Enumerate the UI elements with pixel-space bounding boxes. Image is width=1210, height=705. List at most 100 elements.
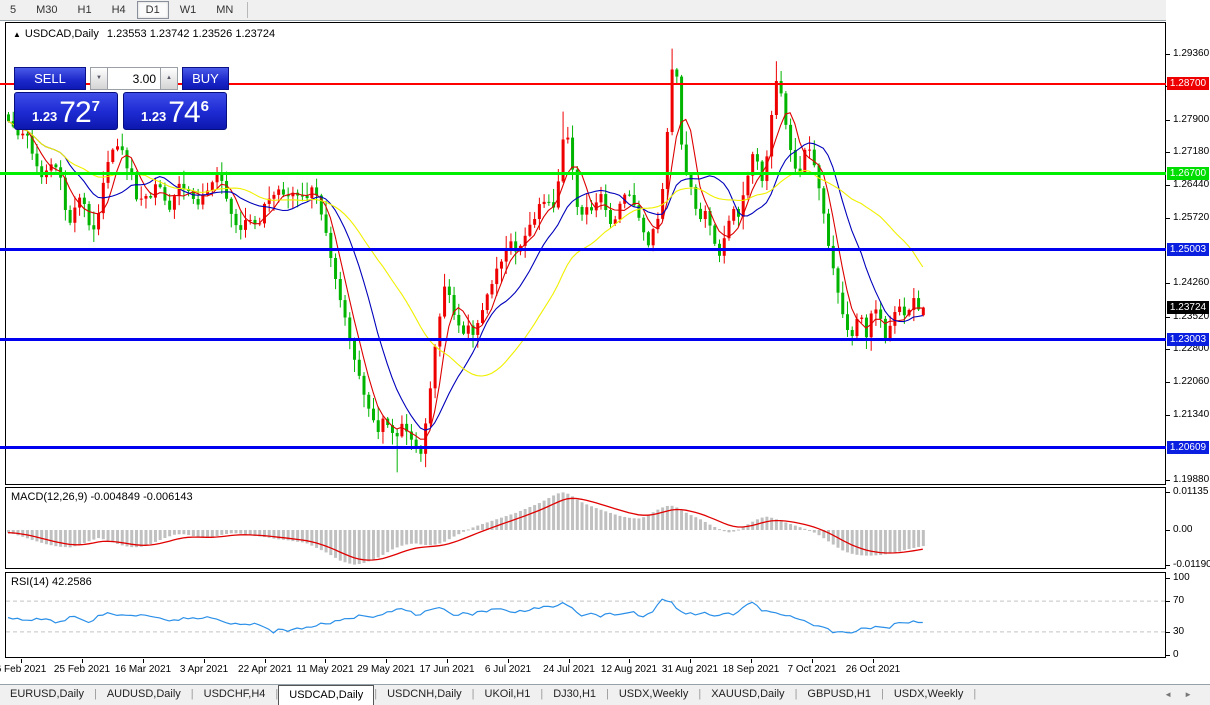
- macd-panel[interactable]: MACD(12,26,9) -0.004849 -0.006143: [5, 487, 1166, 569]
- tab-USDCAD-Daily[interactable]: USDCAD,Daily: [278, 685, 374, 705]
- horizontal-level-line-1.267[interactable]: [0, 172, 1166, 175]
- timeframe-button-H4[interactable]: H4: [103, 1, 135, 19]
- tab-DJ30-H1[interactable]: DJ30,H1: [543, 685, 606, 705]
- collapse-triangle-icon[interactable]: ▲: [13, 30, 21, 39]
- timeframe-button-5[interactable]: 5: [1, 1, 25, 19]
- price-axis-label: 1.22060: [1173, 376, 1209, 387]
- date-label: 3 Apr 2021: [180, 664, 228, 675]
- price-badge-1.23003: 1.23003: [1167, 333, 1209, 346]
- volume-decrease-button[interactable]: ▼: [90, 67, 108, 90]
- tab-separator: |: [973, 685, 976, 705]
- price-axis-tick: [1166, 120, 1170, 121]
- date-tick: [751, 659, 752, 663]
- date-label: 22 Apr 2021: [238, 664, 292, 675]
- price-axis-label: 1.25720: [1173, 212, 1209, 223]
- date-label: 25 Feb 2021: [54, 664, 110, 675]
- price-axis-label: 100: [1173, 572, 1190, 583]
- sell-price-display[interactable]: 1.23727: [14, 92, 118, 130]
- rsi-panel[interactable]: RSI(14) 42.2586: [5, 572, 1166, 658]
- chart-ohlc-values: 1.23553 1.23742 1.23526 1.23724: [107, 28, 275, 40]
- tab-AUDUSD-Daily[interactable]: AUDUSD,Daily: [97, 685, 191, 705]
- price-axis-tick: [1166, 632, 1170, 633]
- chart-tab-bar: EURUSD,Daily|AUDUSD,Daily|USDCHF,H4|USDC…: [0, 684, 1210, 705]
- horizontal-level-line-1.20609[interactable]: [0, 446, 1166, 449]
- price-axis-label: 1.26440: [1173, 179, 1209, 190]
- price-axis-tick: [1166, 530, 1170, 531]
- tab-scroll-right-icon[interactable]: ►: [1184, 690, 1204, 699]
- timeframe-toolbar: 5M30H1H4D1W1MN: [0, 0, 1210, 21]
- tab-GBPUSD-H1[interactable]: GBPUSD,H1: [797, 685, 881, 705]
- timeframe-button-MN[interactable]: MN: [207, 1, 242, 19]
- volume-increase-button[interactable]: ▲: [160, 67, 178, 90]
- price-badge-1.20609: 1.20609: [1167, 441, 1209, 454]
- tab-EURUSD-Daily[interactable]: EURUSD,Daily: [0, 685, 94, 705]
- horizontal-level-line-1.25003[interactable]: [0, 248, 1166, 251]
- buy-price-display[interactable]: 1.23746: [123, 92, 227, 130]
- volume-input[interactable]: [108, 67, 160, 90]
- chart-symbol-label: USDCAD,Daily: [25, 28, 99, 40]
- rsi-label: RSI(14) 42.2586: [11, 576, 92, 588]
- price-axis-tick: [1166, 601, 1170, 602]
- date-tick: [873, 659, 874, 663]
- date-tick: [204, 659, 205, 663]
- tab-scroll-left-icon[interactable]: ◄: [1164, 690, 1184, 699]
- rsi-canvas[interactable]: [6, 573, 1165, 657]
- price-axis-tick: [1166, 185, 1170, 186]
- date-label: 18 Sep 2021: [723, 664, 780, 675]
- date-tick: [386, 659, 387, 663]
- date-tick: [21, 659, 22, 663]
- trade-panel: SELL ▼ ▲ BUY 1.23727 1.23746: [14, 67, 231, 130]
- timeframe-button-D1[interactable]: D1: [137, 1, 169, 19]
- timeframe-button-M30[interactable]: M30: [27, 1, 66, 19]
- price-axis-tick: [1166, 655, 1170, 656]
- price-axis-tick: [1166, 349, 1170, 350]
- price-badge-1.23724: 1.23724: [1167, 301, 1209, 314]
- date-tick: [629, 659, 630, 663]
- tab-scroll-arrows: ◄►: [1164, 690, 1204, 699]
- date-tick: [690, 659, 691, 663]
- chart-header: ▲ USDCAD,Daily 1.23553 1.23742 1.23526 1.2…: [13, 28, 275, 40]
- price-axis-tick: [1166, 415, 1170, 416]
- date-axis[interactable]: 6 Feb 2021 25 Feb 2021 16 Mar 2021 3 Apr 20…: [0, 659, 1210, 681]
- sell-button[interactable]: SELL: [14, 67, 86, 90]
- macd-label: MACD(12,26,9) -0.004849 -0.006143: [11, 491, 193, 503]
- date-label: 29 May 2021: [357, 664, 415, 675]
- date-label: 7 Oct 2021: [788, 664, 837, 675]
- tab-UKOil-H1[interactable]: UKOil,H1: [475, 685, 541, 705]
- price-axis-label: 1.19880: [1173, 474, 1209, 485]
- date-label: 6 Feb 2021: [0, 664, 46, 675]
- date-tick: [143, 659, 144, 663]
- date-label: 16 Mar 2021: [115, 664, 171, 675]
- price-axis-label: -0.011904: [1173, 559, 1210, 570]
- price-axis-tick: [1166, 218, 1170, 219]
- date-tick: [569, 659, 570, 663]
- date-label: 24 Jul 2021: [543, 664, 595, 675]
- toolbar-separator: [247, 2, 248, 18]
- price-axis[interactable]: 1.293601.286401.279001.271801.264401.257…: [1166, 0, 1210, 680]
- price-axis-label: 0.01135: [1173, 486, 1208, 497]
- date-label: 11 May 2021: [296, 664, 353, 675]
- price-badge-1.26700: 1.26700: [1167, 167, 1209, 180]
- price-axis-tick: [1166, 152, 1170, 153]
- price-axis-label: 70: [1173, 595, 1184, 606]
- timeframe-button-W1[interactable]: W1: [171, 1, 206, 19]
- tab-USDCHF-H4[interactable]: USDCHF,H4: [194, 685, 276, 705]
- timeframe-button-H1[interactable]: H1: [69, 1, 101, 19]
- price-axis-label: 1.27900: [1173, 114, 1209, 125]
- tab-USDX-Weekly[interactable]: USDX,Weekly: [884, 685, 973, 705]
- date-label: 12 Aug 2021: [601, 664, 657, 675]
- tab-XAUUSD-Daily[interactable]: XAUUSD,Daily: [701, 685, 794, 705]
- price-badge-1.25003: 1.25003: [1167, 243, 1209, 256]
- date-label: 6 Jul 2021: [485, 664, 531, 675]
- main-chart-panel[interactable]: ▲ USDCAD,Daily 1.23553 1.23742 1.23526 1.2…: [5, 22, 1166, 485]
- buy-button[interactable]: BUY: [182, 67, 229, 90]
- date-tick: [812, 659, 813, 663]
- horizontal-level-line-1.23003[interactable]: [0, 338, 1166, 341]
- date-tick: [265, 659, 266, 663]
- tab-USDX-Weekly[interactable]: USDX,Weekly: [609, 685, 698, 705]
- date-tick: [447, 659, 448, 663]
- price-axis-tick: [1166, 578, 1170, 579]
- price-axis-label: 0.00: [1173, 524, 1192, 535]
- date-tick: [82, 659, 83, 663]
- tab-USDCNH-Daily[interactable]: USDCNH,Daily: [377, 685, 472, 705]
